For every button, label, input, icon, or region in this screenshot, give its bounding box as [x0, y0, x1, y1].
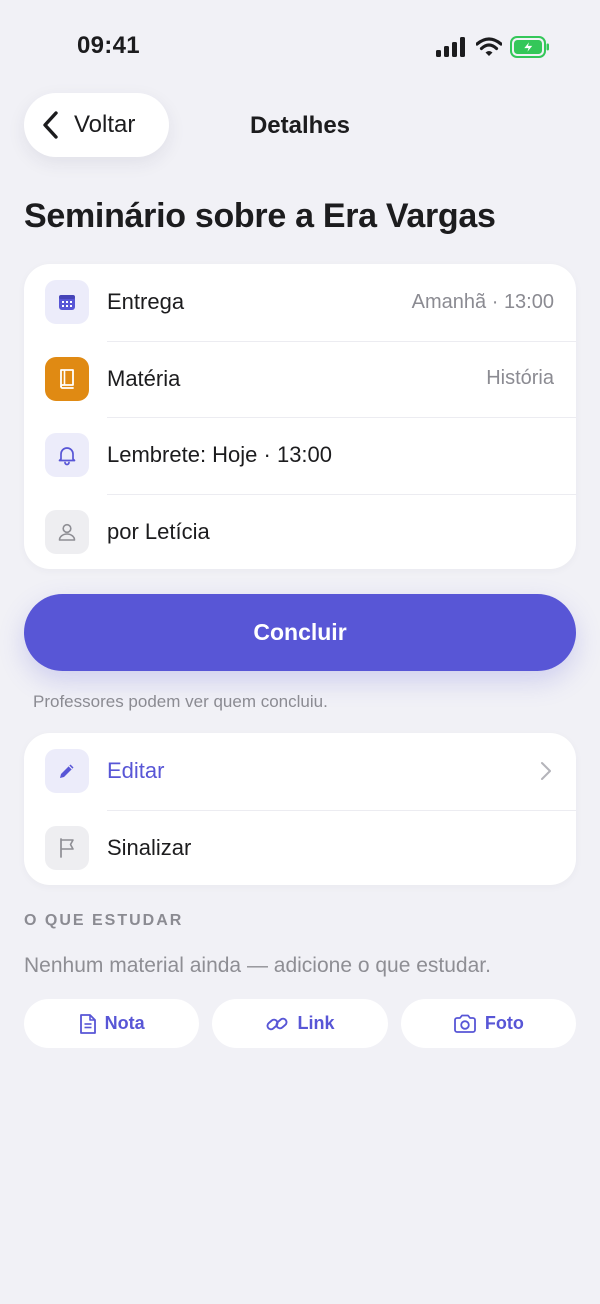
visibility-note: Professores podem ver quem concluiu.: [33, 692, 328, 711]
actions-card: Editar Sinalizar: [24, 733, 576, 885]
edit-row[interactable]: Editar: [24, 733, 576, 810]
bell-icon: [45, 433, 89, 478]
subject-row: Matéria História: [24, 340, 576, 418]
details-card: Entrega Amanhã · 13:00 Matéria História …: [24, 264, 576, 569]
add-note-button[interactable]: Nota: [24, 999, 200, 1048]
link-icon: [267, 1017, 288, 1030]
add-link-label: Link: [297, 1013, 335, 1033]
flag-icon: [45, 825, 89, 870]
add-link-button[interactable]: Link: [212, 999, 388, 1048]
page-title: Seminário sobre a Era Vargas: [24, 197, 496, 235]
report-label: Sinalizar: [107, 834, 192, 860]
study-section-header: O QUE ESTUDAR: [24, 912, 184, 929]
subject-label: Matéria: [107, 365, 181, 391]
calendar-icon: [45, 280, 89, 325]
camera-icon: [453, 1014, 476, 1033]
status-bar: 09:41: [0, 0, 600, 92]
edit-label: Editar: [107, 758, 165, 784]
pencil-icon: [45, 749, 89, 794]
document-icon: [79, 1013, 96, 1034]
battery-icon: [510, 36, 549, 58]
author-row: por Letícia: [24, 493, 576, 571]
status-icons: [436, 36, 550, 58]
due-date-row: Entrega Amanhã · 13:00: [24, 264, 576, 341]
wifi-icon: [476, 37, 502, 56]
reminder-label: Lembrete: Hoje · 13:00: [107, 442, 333, 468]
status-time: 09:41: [77, 32, 140, 59]
book-icon: [45, 356, 89, 401]
signal-icon: [436, 37, 465, 57]
nav-title: Detalhes: [249, 112, 351, 139]
add-note-label: Nota: [104, 1013, 145, 1033]
chevron-right-icon: [541, 762, 551, 781]
author-label: por Letícia: [107, 518, 210, 544]
add-material-buttons: Nota Link Foto: [24, 999, 576, 1048]
report-row[interactable]: Sinalizar: [24, 809, 576, 887]
conclude-button[interactable]: Concluir: [24, 594, 576, 671]
due-date-label: Entrega: [107, 289, 185, 315]
subject-value: História: [486, 367, 554, 390]
study-empty-text: Nenhum material ainda — adicione o que e…: [24, 954, 491, 977]
reminder-row[interactable]: Lembrete: Hoje · 13:00: [24, 417, 576, 494]
due-date-value: Amanhã · 13:00: [411, 290, 554, 313]
person-icon: [45, 509, 89, 554]
add-photo-label: Foto: [484, 1013, 524, 1033]
add-photo-button[interactable]: Foto: [400, 999, 576, 1048]
